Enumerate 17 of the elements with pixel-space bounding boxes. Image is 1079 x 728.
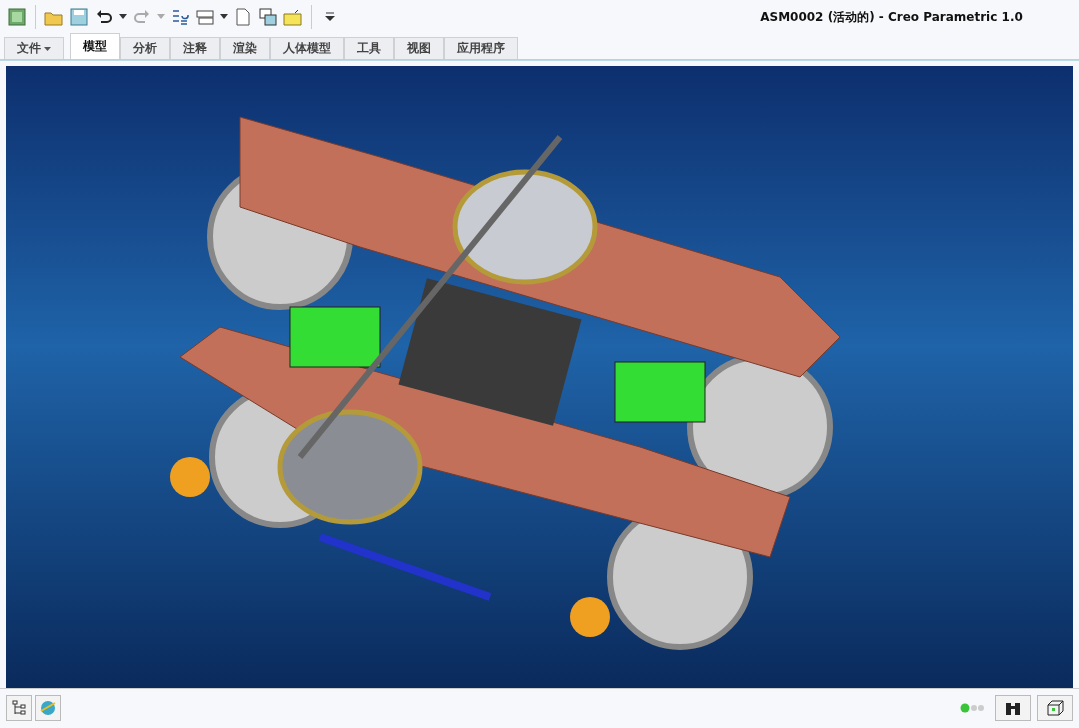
status-lights-icon [960,702,986,713]
ribbon-tab[interactable]: 应用程序 [444,37,518,59]
ribbon-tab[interactable]: 模型 [70,33,120,59]
ribbon-tab[interactable]: 工具 [344,37,394,59]
ribbon-tab[interactable]: 视图 [394,37,444,59]
caret-icon [44,46,51,51]
windows-icon[interactable] [257,5,279,28]
ribbon-tab[interactable]: 人体模型 [270,37,344,59]
ribbon-tab[interactable]: 渲染 [220,37,270,59]
cube-icon[interactable] [1037,694,1073,721]
file-menu-button[interactable]: 文件 [4,37,64,59]
window-title: ASM0002 (活动的) - Creo Parametric 1.0 [760,8,1023,26]
ribbon-tab[interactable]: 分析 [120,37,170,59]
ribbon-tab[interactable]: 注释 [170,37,220,59]
app-icon[interactable] [6,5,28,28]
model-tree-icon[interactable] [6,694,32,721]
globe-icon[interactable] [35,694,61,721]
